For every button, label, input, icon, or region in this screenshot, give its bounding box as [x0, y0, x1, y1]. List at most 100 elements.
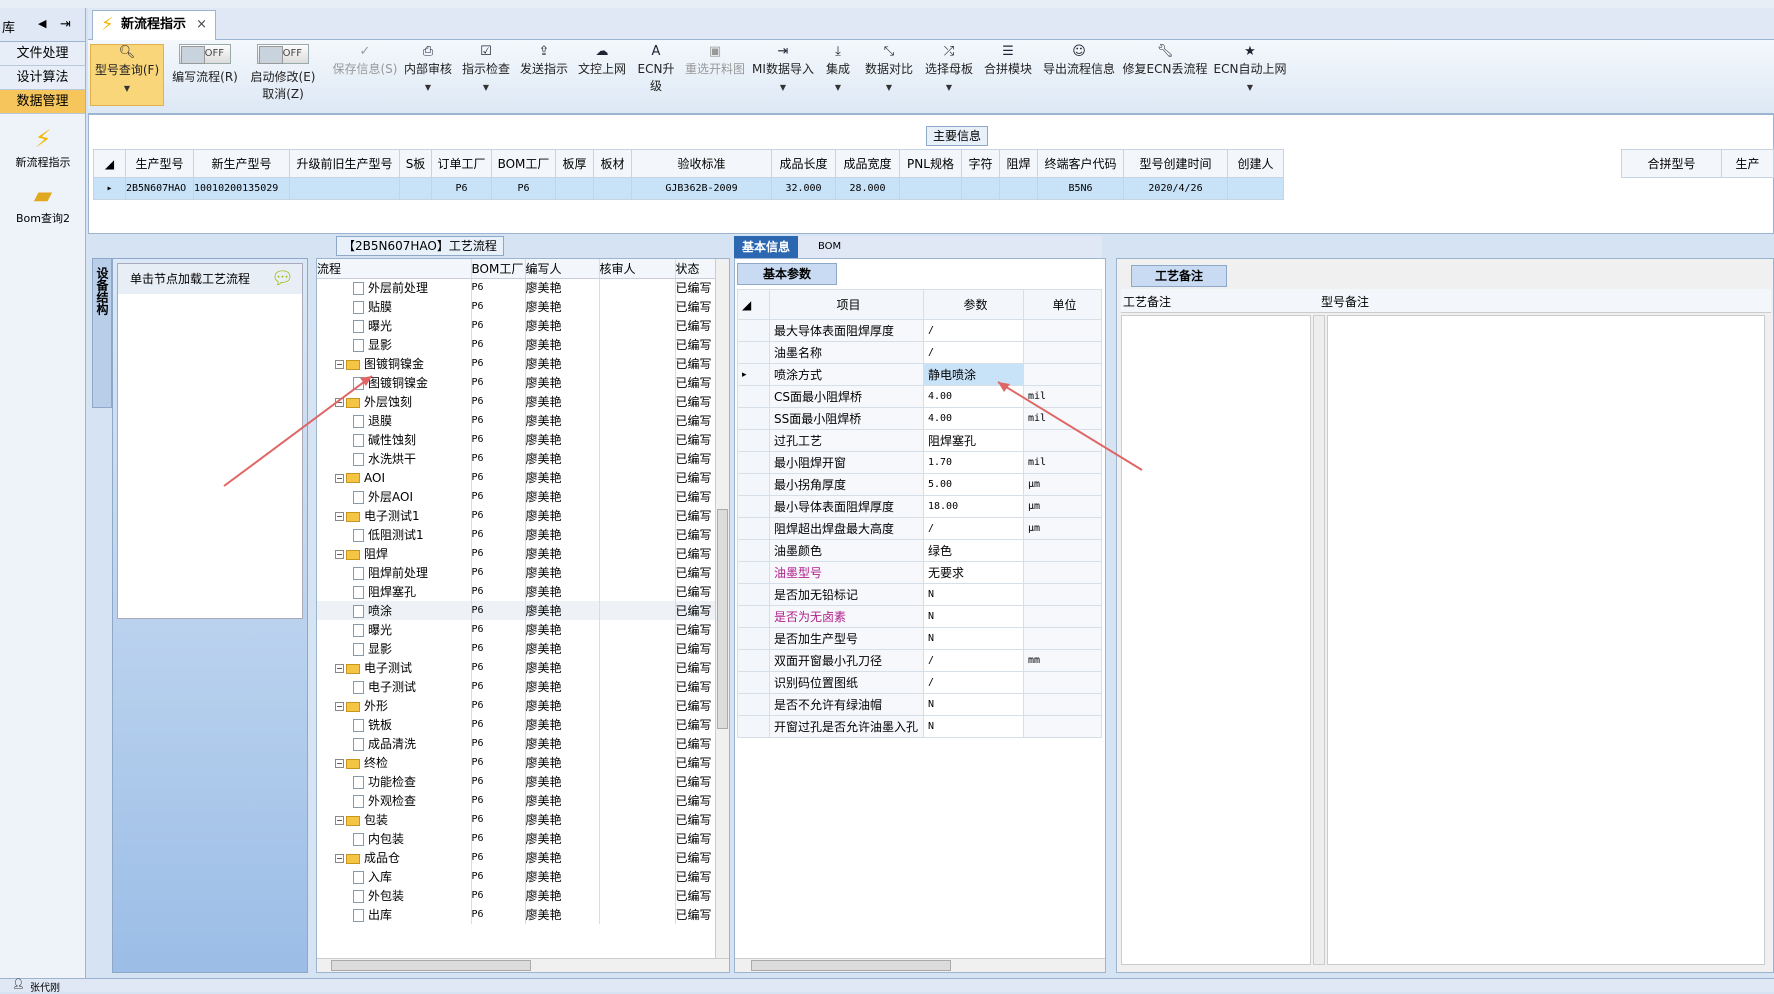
start-modify-toggle[interactable]: OFF 启动修改(E) 取消(Z) [248, 44, 318, 106]
table-cell[interactable]: 已编写 [675, 772, 716, 791]
tree-row[interactable]: − 外形 P6 廖美艳 已编写 [317, 696, 716, 715]
col-header[interactable]: 核审人 [599, 259, 676, 279]
tree-node[interactable]: 喷涂 [317, 601, 472, 620]
table-cell[interactable]: 廖美艳 [525, 620, 600, 639]
table-cell[interactable] [599, 525, 676, 544]
table-cell[interactable]: P6 [471, 601, 526, 620]
tree-row[interactable]: 外层AOI P6 廖美艳 已编写 [317, 487, 716, 506]
table-cell[interactable]: GJB362B-2009 [631, 177, 772, 200]
table-cell[interactable]: P6 [471, 715, 526, 734]
tab-bom[interactable]: BOM [810, 236, 849, 258]
ecn-upgrade-button[interactable]: A ECN升级 [632, 44, 680, 106]
tree-node[interactable]: 阻焊塞孔 [317, 582, 472, 601]
collapse-icon[interactable]: − [335, 854, 344, 863]
tree-row[interactable]: − 成品仓 P6 廖美艳 已编写 [317, 848, 716, 867]
tree-node[interactable]: 碱性蚀刻 [317, 430, 472, 449]
nav-file-processing[interactable]: 文件处理 [0, 42, 85, 66]
param-value[interactable]: 4.00 [923, 407, 1024, 430]
tree-row[interactable]: 贴膜 P6 廖美艳 已编写 [317, 297, 716, 316]
send-indication-button[interactable]: ⇪ 发送指示 [516, 44, 572, 106]
param-value[interactable]: N [923, 627, 1024, 650]
table-cell[interactable]: 已编写 [675, 905, 716, 924]
table-cell[interactable]: P6 [491, 177, 556, 200]
param-row[interactable]: SS面最小阻焊桥 4.00 mil [737, 407, 1102, 430]
save-info-button[interactable]: ✓ 保存信息(S) [330, 44, 400, 106]
nav-bom-query[interactable]: ▰ Bom查询2 [0, 180, 86, 226]
tab-new-process[interactable]: ⚡ 新流程指示 × [92, 10, 216, 40]
tree-node[interactable]: 贴膜 [317, 297, 472, 316]
tree-row[interactable]: − 包装 P6 廖美艳 已编写 [317, 810, 716, 829]
collapse-icon[interactable]: − [335, 512, 344, 521]
table-cell[interactable]: 廖美艳 [525, 734, 600, 753]
tree-node[interactable]: 退膜 [317, 411, 472, 430]
tree-row[interactable]: 成品清洗 P6 廖美艳 已编写 [317, 734, 716, 753]
table-cell[interactable]: 廖美艳 [525, 411, 600, 430]
table-cell[interactable]: 廖美艳 [525, 335, 600, 354]
table-cell[interactable]: 已编写 [675, 715, 716, 734]
table-cell[interactable] [599, 487, 676, 506]
param-row[interactable]: 油墨名称 / [737, 341, 1102, 364]
table-cell[interactable]: 2B5N607HAO [125, 177, 194, 200]
param-value[interactable]: / [923, 319, 1024, 342]
tree-node[interactable]: 电子测试 [317, 677, 472, 696]
table-cell[interactable] [599, 772, 676, 791]
table-cell[interactable] [599, 886, 676, 905]
table-cell[interactable]: 廖美艳 [525, 810, 600, 829]
param-value[interactable]: 4.00 [923, 385, 1024, 408]
table-cell[interactable]: 已编写 [675, 658, 716, 677]
table-cell[interactable] [599, 791, 676, 810]
doc-control-online-button[interactable]: ☁ 文控上网 [574, 44, 630, 106]
ecn-auto-online-button[interactable]: ★ ECN自动上网 ▼ [1210, 44, 1290, 106]
table-cell[interactable]: 已编写 [675, 411, 716, 430]
table-cell[interactable]: P6 [431, 177, 492, 200]
table-cell[interactable]: 已编写 [675, 563, 716, 582]
table-cell[interactable]: 廖美艳 [525, 601, 600, 620]
col-header[interactable]: 板材 [593, 149, 632, 178]
param-row[interactable]: 是否加生产型号 N [737, 627, 1102, 650]
table-cell[interactable]: 已编写 [675, 392, 716, 411]
table-cell[interactable]: 2020/4/26 [1123, 177, 1228, 200]
table-cell[interactable]: 廖美艳 [525, 316, 600, 335]
nav-design-algorithm[interactable]: 设计算法 [0, 66, 85, 90]
table-cell[interactable]: P6 [471, 278, 526, 297]
col-header[interactable]: 工艺备注 [1123, 293, 1171, 310]
table-cell[interactable]: 已编写 [675, 278, 716, 297]
col-header[interactable]: 板厚 [555, 149, 594, 178]
table-cell[interactable]: 已编写 [675, 696, 716, 715]
write-process-toggle[interactable]: OFF 编写流程(R) [170, 44, 240, 106]
tree-node[interactable]: − 阻焊 [317, 544, 472, 563]
table-cell[interactable]: 已编写 [675, 582, 716, 601]
col-header[interactable]: 生产型号 [125, 149, 194, 178]
table-cell[interactable]: 已编写 [675, 677, 716, 696]
table-cell[interactable] [599, 848, 676, 867]
scrollbar-thumb[interactable] [751, 960, 951, 971]
table-cell[interactable]: 廖美艳 [525, 525, 600, 544]
tree-node[interactable]: − 外形 [317, 696, 472, 715]
collapse-icon[interactable]: − [335, 550, 344, 559]
table-cell[interactable]: 已编写 [675, 297, 716, 316]
param-value[interactable]: 5.00 [923, 473, 1024, 496]
table-cell[interactable]: P6 [471, 791, 526, 810]
col-header[interactable]: 验收标准 [631, 149, 772, 178]
table-cell[interactable]: P6 [471, 373, 526, 392]
param-row[interactable]: CS面最小阻焊桥 4.00 mil [737, 385, 1102, 408]
vertical-scrollbar[interactable] [1313, 315, 1325, 965]
col-header[interactable]: 合拼型号 [1621, 149, 1722, 178]
param-value[interactable]: 绿色 [923, 539, 1024, 562]
table-cell[interactable]: 廖美艳 [525, 449, 600, 468]
table-cell[interactable]: P6 [471, 487, 526, 506]
col-header[interactable]: 型号创建时间 [1123, 149, 1228, 178]
tree-node[interactable]: 显影 [317, 335, 472, 354]
col-header[interactable]: BOM工厂 [491, 149, 556, 178]
tree-node[interactable]: 成品清洗 [317, 734, 472, 753]
nav-data-management[interactable]: 数据管理 [0, 90, 85, 114]
table-cell[interactable] [599, 620, 676, 639]
scrollbar-thumb[interactable] [331, 960, 531, 971]
table-cell[interactable]: 廖美艳 [525, 297, 600, 316]
table-cell[interactable] [599, 316, 676, 335]
col-header[interactable]: 创建人 [1227, 149, 1284, 178]
select-master-button[interactable]: ⤮ 选择母板 ▼ [920, 44, 978, 106]
col-header[interactable]: 编写人 [525, 259, 600, 279]
table-cell[interactable]: 已编写 [675, 734, 716, 753]
model-remark-textarea[interactable] [1327, 315, 1765, 965]
